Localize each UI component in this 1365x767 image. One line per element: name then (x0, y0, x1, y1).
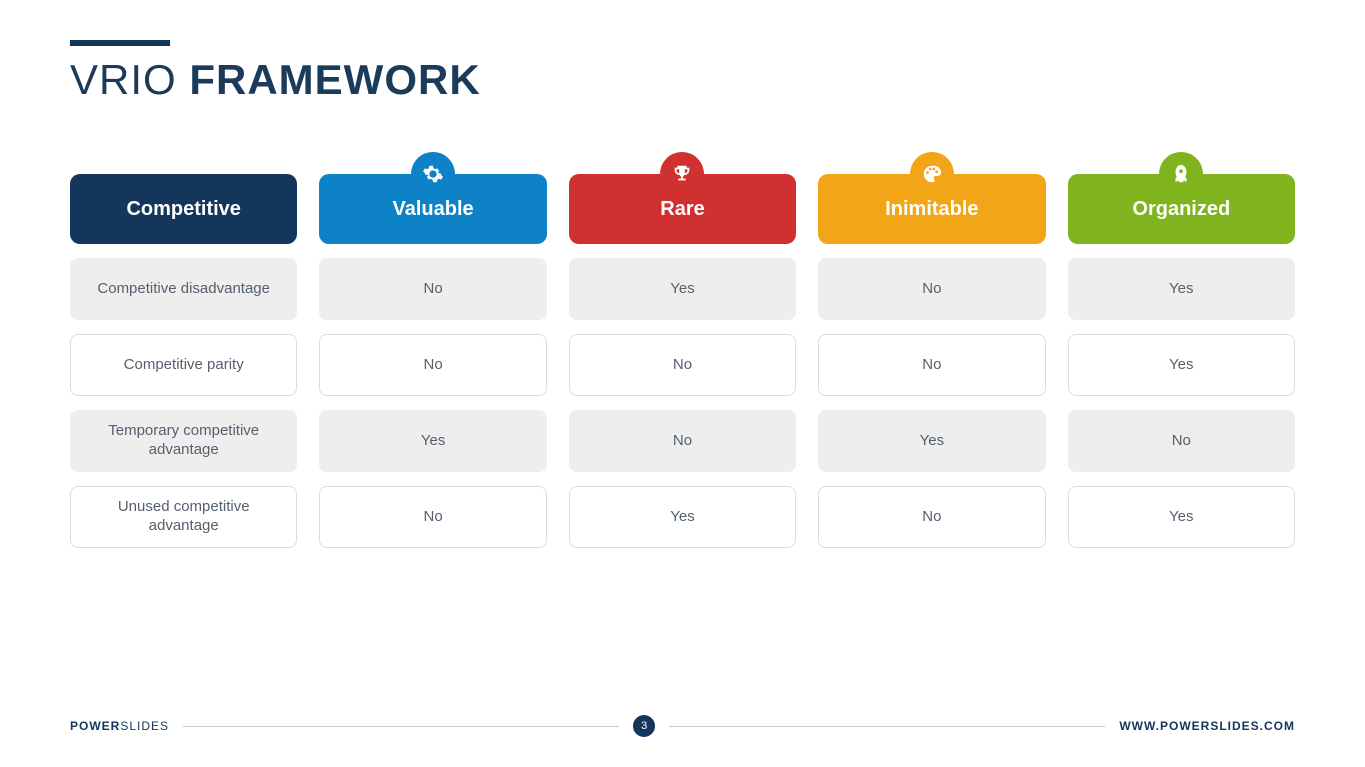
cell: Yes (1068, 334, 1295, 396)
title-bold: FRAMEWORK (189, 56, 480, 103)
column-label: Inimitable (885, 198, 978, 221)
cell: No (319, 334, 546, 396)
cell: No (818, 334, 1045, 396)
footer-divider-left (183, 726, 619, 727)
cell: No (319, 486, 546, 548)
footer-url: WWW.POWERSLIDES.COM (1119, 719, 1295, 733)
cell: No (569, 334, 796, 396)
title-thin: VRIO (70, 56, 177, 103)
cell: Yes (1068, 258, 1295, 320)
column-label: Competitive (126, 198, 240, 221)
gear-icon (411, 152, 455, 196)
footer-brand: POWERSLIDES (70, 719, 169, 733)
page-title: VRIO FRAMEWORK (70, 56, 1295, 104)
footer-brand-thin: SLIDES (120, 719, 169, 733)
cell: Yes (818, 410, 1045, 472)
cell: Yes (319, 410, 546, 472)
cell: Yes (1068, 486, 1295, 548)
cell: No (1068, 410, 1295, 472)
footer-brand-bold: POWER (70, 719, 120, 733)
rocket-icon (1159, 152, 1203, 196)
cell: No (818, 258, 1045, 320)
cell: Yes (569, 258, 796, 320)
footer-divider-right (669, 726, 1105, 727)
cell: No (818, 486, 1045, 548)
column-label: Organized (1132, 198, 1230, 221)
row-label: Temporary competitive advantage (70, 410, 297, 472)
column-header-valuable: Valuable (319, 174, 546, 244)
column-header-competitive: Competitive (70, 174, 297, 244)
palette-icon (910, 152, 954, 196)
column-label: Rare (660, 198, 704, 221)
column-header-rare: Rare (569, 174, 796, 244)
cell: Yes (569, 486, 796, 548)
column-header-organized: Organized (1068, 174, 1295, 244)
vrio-table: Competitive Valuable Rare Inimitable Org… (70, 174, 1295, 548)
trophy-icon (660, 152, 704, 196)
slide: VRIO FRAMEWORK Competitive Valuable Rare… (0, 0, 1365, 767)
slide-footer: POWERSLIDES 3 WWW.POWERSLIDES.COM (70, 715, 1295, 737)
page-number: 3 (633, 715, 655, 737)
row-label: Competitive parity (70, 334, 297, 396)
cell: No (569, 410, 796, 472)
cell: No (319, 258, 546, 320)
row-label: Unused competitive advantage (70, 486, 297, 548)
row-label: Competitive disadvantage (70, 258, 297, 320)
title-accent-bar (70, 40, 170, 46)
column-header-inimitable: Inimitable (818, 174, 1045, 244)
column-label: Valuable (393, 198, 474, 221)
